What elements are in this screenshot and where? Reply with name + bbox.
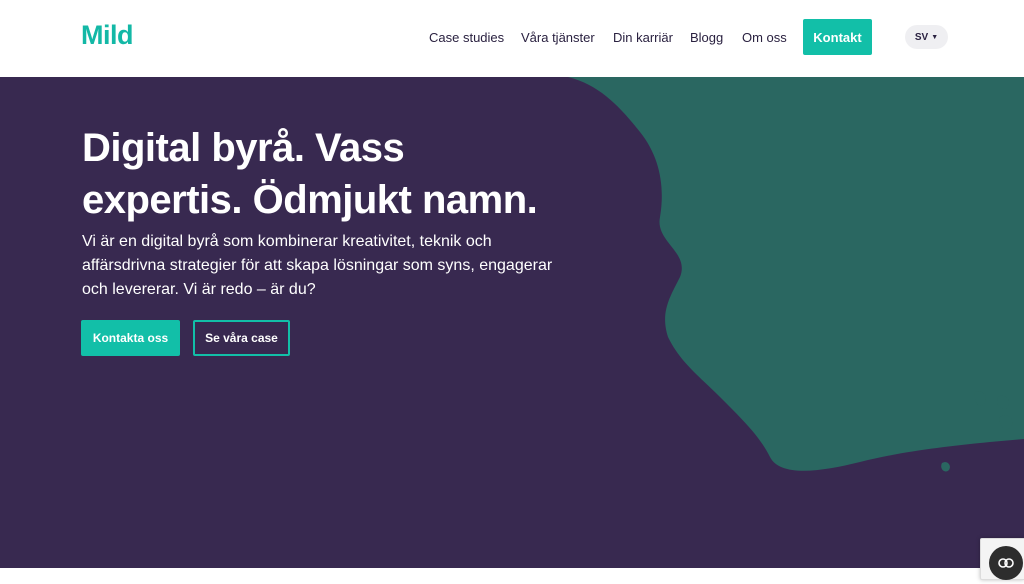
nav-item-vara-tjanster[interactable]: Våra tjänster (521, 30, 595, 45)
nav-item-case-studies[interactable]: Case studies (429, 30, 504, 45)
contact-us-button[interactable]: Kontakta oss (81, 320, 180, 356)
recaptcha-glyph (998, 558, 1014, 568)
logo[interactable]: Mild (81, 20, 134, 51)
hero-title: Digital byrå. Vass expertis. Ödmjukt nam… (82, 122, 642, 226)
hero-title-line-2: expertis. Ödmjukt namn. (82, 178, 538, 222)
nav-item-om-oss[interactable]: Om oss (742, 30, 787, 45)
recaptcha-icon[interactable] (989, 546, 1023, 580)
language-selector[interactable]: SV ▼ (905, 25, 948, 49)
page-bottom-strip (0, 568, 1024, 584)
hero-title-line-1: Digital byrå. Vass (82, 126, 405, 170)
nav-item-blogg[interactable]: Blogg (690, 30, 723, 45)
site-header: Mild Case studies Våra tjänster Din karr… (0, 0, 1024, 77)
caret-down-icon: ▼ (931, 33, 939, 41)
language-label: SV (914, 31, 929, 43)
hero-subtitle-line-3: och levererar. Vi är redo – är du? (82, 281, 316, 298)
hero-subtitle-line-2: affärsdrivna strategier för att skapa lö… (82, 257, 553, 274)
contact-button[interactable]: Kontakt (803, 19, 872, 55)
view-cases-button[interactable]: Se våra case (193, 320, 290, 356)
nav-item-din-karriar[interactable]: Din karriär (613, 30, 673, 45)
hero-subtitle-line-1: Vi är en digital byrå som kombinerar kre… (82, 233, 492, 250)
hero-subtitle: Vi är en digital byrå som kombinerar kre… (82, 230, 602, 302)
